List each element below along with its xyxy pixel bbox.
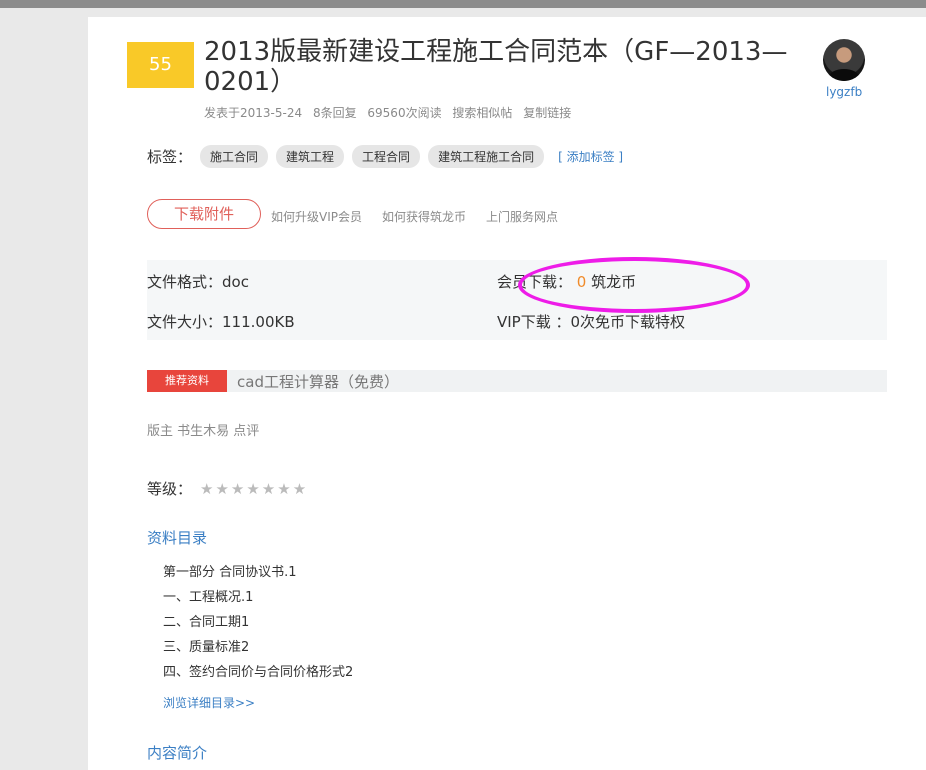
top-bar — [0, 0, 926, 8]
service-points-link[interactable]: 上门服务网点 — [486, 208, 558, 225]
author-name[interactable]: lygzfb — [826, 85, 862, 99]
recommend-badge: 推荐资料 — [147, 370, 227, 392]
toc-item: 一、工程概况.1 — [163, 590, 254, 605]
toc-list: 第一部分 合同协议书.1 一、工程概况.1 二、合同工期1 三、质量标准2 四、… — [163, 560, 353, 685]
toc-title: 资料目录 — [147, 529, 208, 547]
add-tag-link[interactable]: [ 添加标签 ] — [558, 148, 623, 165]
download-attachment-button[interactable]: 下载附件 — [147, 199, 261, 229]
post-date: 发表于2013-5-24 — [204, 106, 303, 120]
view-full-toc-link[interactable]: 浏览详细目录>> — [163, 694, 255, 711]
get-coins-link[interactable]: 如何获得筑龙币 — [382, 208, 466, 225]
file-size: 文件大小：111.00KB — [147, 311, 295, 332]
tags-row: 标签： 施工合同 建筑工程 工程合同 建筑工程施工合同 [ 添加标签 ] — [147, 144, 623, 168]
vip-download: VIP下载 ：0次免币下载特权 — [497, 311, 685, 332]
tag-item[interactable]: 施工合同 — [200, 144, 269, 168]
file-format: 文件格式：doc — [147, 271, 249, 292]
rating-label: 等级： — [147, 480, 193, 498]
member-download-unit: 筑龙币 — [591, 273, 637, 291]
download-row: 下载附件 如何升级VIP会员 如何获得筑龙币 上门服务网点 — [147, 199, 578, 229]
tags-label: 标签： — [147, 147, 193, 166]
upgrade-vip-link[interactable]: 如何升级VIP会员 — [271, 208, 362, 225]
moderator-comment: 版主 书生木易 点评 — [147, 424, 260, 439]
vip-download-value: ：0次免币下载特权 — [555, 313, 686, 331]
copy-link-link[interactable]: 复制链接 — [523, 106, 571, 120]
member-download: 会员下载： 0 筑龙币 — [497, 271, 636, 292]
tag-item[interactable]: 工程合同 — [352, 144, 421, 168]
file-size-label: 文件大小： — [147, 313, 223, 331]
file-format-label: 文件格式： — [147, 273, 223, 291]
toc-item: 四、签约合同价与合同价格形式2 — [163, 665, 354, 680]
recommend-row: 推荐资料 cad工程计算器（免费） — [147, 370, 887, 392]
score-badge: 55 — [127, 42, 194, 88]
recommend-link[interactable]: cad工程计算器（免费） — [237, 371, 399, 392]
toc-item: 第一部分 合同协议书.1 — [163, 565, 297, 580]
vip-download-label: VIP下载 — [497, 313, 551, 331]
post-title: 2013版最新建设工程施工合同范本（GF—2013—0201） — [204, 37, 788, 97]
author-avatar[interactable] — [823, 39, 865, 81]
tag-item[interactable]: 建筑工程施工合同 — [428, 144, 545, 168]
rating-row: 等级： ★★★★★★★ — [147, 478, 308, 499]
summary-title: 内容简介 — [147, 744, 208, 762]
file-format-value: doc — [222, 273, 249, 291]
member-download-cost: 0 — [576, 273, 587, 291]
member-download-label: 会员下载： — [497, 273, 573, 291]
view-count: 69560次阅读 — [367, 106, 442, 120]
post-meta: 发表于2013-5-24 8条回复 69560次阅读 搜索相似帖 复制链接 — [204, 104, 578, 121]
post-card: 55 2013版最新建设工程施工合同范本（GF—2013—0201） 发表于20… — [88, 17, 926, 770]
toc-item: 三、质量标准2 — [163, 640, 250, 655]
file-info-box: 文件格式：doc 文件大小：111.00KB 会员下载： 0 筑龙币 VIP下载… — [147, 257, 887, 340]
toc-item: 二、合同工期1 — [163, 615, 250, 630]
tag-item[interactable]: 建筑工程 — [276, 144, 345, 168]
rating-stars[interactable]: ★★★★★★★ — [200, 480, 308, 498]
file-size-value: 111.00KB — [222, 313, 295, 331]
search-similar-link[interactable]: 搜索相似帖 — [452, 106, 512, 120]
reply-count: 8条回复 — [312, 106, 357, 120]
